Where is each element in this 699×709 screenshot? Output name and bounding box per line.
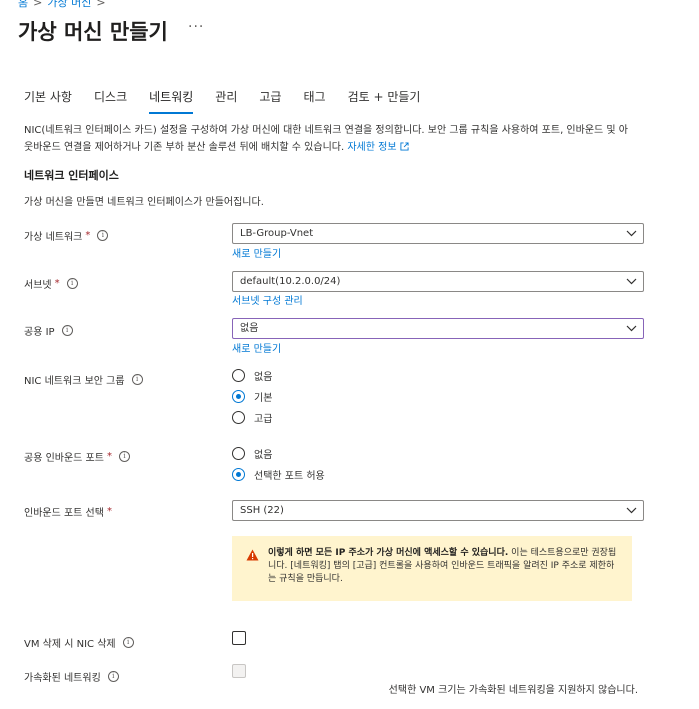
nsg-option-basic[interactable]: 기본 <box>232 389 272 404</box>
delete-nic-label: VM 삭제 시 NIC 삭제 i <box>24 635 134 650</box>
nsg-option-advanced[interactable]: 고급 <box>232 410 272 425</box>
select-inbound-ports-label: 인바운드 포트 선택 * <box>24 506 112 519</box>
intro-description: NIC(네트워크 인터페이스 카드) 설정을 구성하여 가상 머신에 대한 네트… <box>24 122 636 156</box>
breadcrumb-home[interactable]: 홈 <box>18 0 28 9</box>
manage-subnet-link[interactable]: 서브넷 구성 관리 <box>232 292 303 307</box>
nsg-option-none[interactable]: 없음 <box>232 368 272 383</box>
public-ip-dropdown[interactable]: 없음 <box>232 318 644 339</box>
breadcrumb-separator: > <box>96 0 106 9</box>
info-icon[interactable]: i <box>131 374 143 385</box>
warning-bold-text: 이렇게 하면 모든 IP 주소가 가상 머신에 액세스할 수 있습니다. <box>268 548 509 558</box>
nsg-label: NIC 네트워크 보안 그룹 i <box>24 372 143 387</box>
vnet-create-new-link[interactable]: 새로 만들기 <box>232 245 281 260</box>
accelerated-networking-checkbox <box>232 664 246 678</box>
inbound-option-none[interactable]: 없음 <box>232 446 272 461</box>
warning-icon <box>246 549 259 561</box>
public-ip-label: 공용 IP i <box>24 323 73 338</box>
delete-nic-checkbox[interactable] <box>232 631 246 645</box>
inbound-option-allow-selected[interactable]: 선택한 포트 허용 <box>232 467 325 482</box>
more-options-button[interactable]: ··· <box>188 19 204 35</box>
vnet-label: 가상 네트워크 * i <box>24 228 109 243</box>
inbound-ports-label: 공용 인바운드 포트 * i <box>24 449 130 464</box>
accelerated-networking-label: 가속화된 네트워킹 i <box>24 669 119 684</box>
info-icon[interactable]: i <box>61 325 73 336</box>
tab-basics[interactable]: 기본 사항 <box>24 88 72 114</box>
subnet-dropdown[interactable]: default(10.2.0.0/24) <box>232 271 644 292</box>
info-icon[interactable]: i <box>122 637 134 648</box>
warning-message: 이렇게 하면 모든 IP 주소가 가상 머신에 액세스할 수 있습니다. 이는 … <box>232 536 632 601</box>
chevron-down-icon <box>626 230 637 237</box>
public-ip-create-new-link[interactable]: 새로 만들기 <box>232 340 281 355</box>
tab-bar: 기본 사항 디스크 네트워킹 관리 고급 태그 검토 + 만들기 <box>24 88 442 114</box>
tab-management[interactable]: 관리 <box>215 88 237 114</box>
vnet-dropdown[interactable]: LB-Group-Vnet <box>232 223 644 244</box>
info-icon[interactable]: i <box>97 230 109 241</box>
external-link-icon <box>400 142 409 151</box>
tab-review-create[interactable]: 검토 + 만들기 <box>348 88 421 114</box>
breadcrumb-separator: > <box>33 0 43 9</box>
learn-more-link[interactable]: 자세한 정보 <box>347 142 409 153</box>
tab-disks[interactable]: 디스크 <box>94 88 127 114</box>
tab-networking[interactable]: 네트워킹 <box>149 88 194 114</box>
info-icon[interactable]: i <box>66 278 78 289</box>
section-title: 네트워크 인터페이스 <box>24 169 119 182</box>
intro-text: NIC(네트워크 인터페이스 카드) 설정을 구성하여 가상 머신에 대한 네트… <box>24 125 628 153</box>
section-subtitle: 가상 머신을 만들면 네트워크 인터페이스가 만들어집니다. <box>24 197 264 208</box>
page-title: 가상 머신 만들기 <box>18 20 168 44</box>
chevron-down-icon <box>626 278 637 285</box>
chevron-down-icon <box>626 507 637 514</box>
chevron-down-icon <box>626 325 637 332</box>
accelerated-networking-note: 선택한 VM 크기는 가속화된 네트워킹을 지원하지 않습니다. <box>388 685 638 696</box>
info-icon[interactable]: i <box>118 451 130 462</box>
breadcrumb-parent[interactable]: 가상 머신 <box>47 0 91 9</box>
subnet-label: 서브넷 * i <box>24 276 78 291</box>
tab-advanced[interactable]: 고급 <box>259 88 281 114</box>
select-inbound-ports-dropdown[interactable]: SSH (22) <box>232 500 644 521</box>
info-icon[interactable]: i <box>107 671 119 682</box>
tab-tags[interactable]: 태그 <box>303 88 325 114</box>
breadcrumb: 홈 > 가상 머신 > <box>18 0 111 10</box>
